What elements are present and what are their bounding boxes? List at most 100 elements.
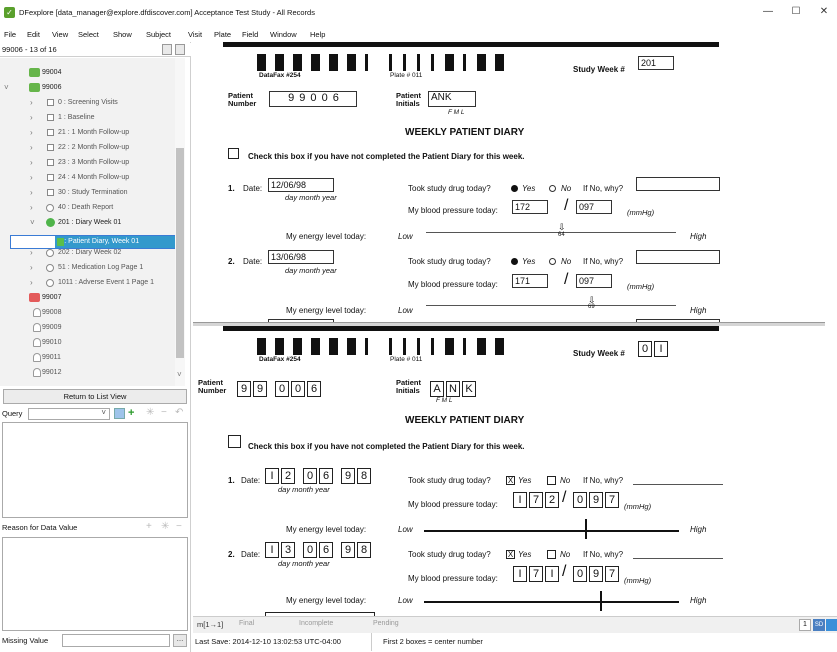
undo-icon[interactable]: ↶ — [175, 407, 183, 418]
plate-image-view[interactable]: DataFax #254 Plate # 011 Study Week # 20… — [193, 42, 825, 323]
entry-2-energy-scale[interactable] — [424, 601, 679, 603]
entry-1-no-checkbox[interactable] — [547, 476, 556, 485]
tree-item-plate-11-selected[interactable]: 11: Patient Diary, Week 01 — [10, 235, 176, 249]
entry-1-bp-cell[interactable]: 9 — [589, 492, 603, 508]
entry-2-no-checkbox[interactable] — [547, 550, 556, 559]
tree-item-99011[interactable]: 99011 — [0, 350, 175, 365]
entry-2-bp-cell[interactable]: 9 — [589, 566, 603, 582]
menu-plate[interactable]: Plate — [214, 30, 231, 39]
entry-2-bp-cell[interactable]: I — [513, 566, 527, 582]
add-reason-icon[interactable]: + — [146, 521, 152, 532]
entry-1-date-cell[interactable]: I — [265, 468, 279, 484]
entry-1-energy-scale[interactable] — [424, 530, 679, 532]
grid-toggle-icon[interactable] — [175, 44, 185, 55]
patient-initials-cell[interactable]: N — [446, 381, 460, 397]
tree-item-visit-201[interactable]: ˅ 201 : Diary Week 01 — [0, 215, 175, 230]
entry-1-date-cell[interactable]: 0 — [303, 468, 317, 484]
tree-item-visit-1011[interactable]: › 1011 : Adverse Event 1 Page 1 — [0, 275, 175, 290]
close-button[interactable]: ✕ — [814, 4, 834, 20]
entry-1-bp-cell[interactable]: I — [513, 492, 527, 508]
tree-item-visit-24[interactable]: › 24 : 4 Month Follow-up — [0, 170, 175, 185]
entry-1-energy-mark[interactable] — [585, 519, 587, 539]
entry-1-no-radio[interactable] — [549, 185, 556, 192]
missing-value-input[interactable] — [62, 634, 170, 647]
maximize-button[interactable]: ☐ — [786, 4, 806, 20]
entry-2-date-cell[interactable]: 9 — [341, 542, 355, 558]
tree-item-visit-1[interactable]: › 1 : Baseline — [0, 110, 175, 125]
minimize-button[interactable]: — — [758, 4, 778, 20]
entry-2-bp-cell[interactable]: I — [545, 566, 559, 582]
status-incomplete[interactable]: Incomplete — [299, 620, 333, 627]
entry-2-diastolic-field[interactable]: 097 — [576, 274, 612, 288]
status-pending[interactable]: Pending — [373, 620, 399, 627]
query-select[interactable]: ˅ — [28, 408, 110, 420]
tree-item-visit-40[interactable]: › 40 : Death Report — [0, 200, 175, 215]
entry-1-reason-field[interactable] — [636, 177, 720, 191]
status-final[interactable]: Final — [239, 620, 254, 627]
scrollbar-thumb[interactable] — [176, 148, 184, 358]
remove-reason-icon[interactable]: − — [176, 521, 182, 532]
menu-visit[interactable]: Visit — [188, 30, 202, 39]
page-indicator[interactable]: 1 — [799, 619, 811, 631]
tree-item-visit-30[interactable]: › 30 : Study Termination — [0, 185, 175, 200]
patient-initials-cell[interactable]: K — [462, 381, 476, 397]
star-icon[interactable]: ✳ — [146, 407, 154, 418]
menu-file[interactable]: File — [4, 30, 16, 39]
entry-2-date-cell[interactable]: I — [265, 542, 279, 558]
tree-item-99004[interactable]: 99004 ˄ — [0, 65, 175, 80]
entry-1-reason-line[interactable] — [633, 484, 723, 485]
menu-show[interactable]: Show — [113, 30, 132, 39]
entry-1-energy-scale[interactable] — [426, 232, 676, 233]
entry-2-yes-checkbox[interactable]: X — [506, 550, 515, 559]
entry-1-date-cell[interactable]: 8 — [357, 468, 371, 484]
plate-scan-view[interactable]: DataFax #254 Plate # 011 Study Week # 0 … — [193, 326, 825, 616]
tree-item-99007[interactable]: 99007 — [0, 290, 175, 305]
not-completed-checkbox[interactable] — [228, 148, 239, 159]
entry-2-bp-cell[interactable]: 0 — [573, 566, 587, 582]
return-to-list-button[interactable]: Return to List View — [3, 389, 187, 404]
entry-1-bp-cell[interactable]: 0 — [573, 492, 587, 508]
entry-1-bp-cell[interactable]: 7 — [605, 492, 619, 508]
entry-1-systolic-field[interactable]: 172 — [512, 200, 548, 214]
tree-item-visit-22[interactable]: › 22 : 2 Month Follow-up — [0, 140, 175, 155]
entry-2-date-cell[interactable]: 0 — [303, 542, 317, 558]
menu-window[interactable]: Window — [270, 30, 297, 39]
tree-item-visit-51[interactable]: › 51 : Medication Log Page 1 — [0, 260, 175, 275]
tree-item-99006[interactable]: ˅ 99006 — [0, 80, 175, 95]
entry-1-date-cell[interactable]: 2 — [281, 468, 295, 484]
tree-scrollbar[interactable]: ˅ — [175, 58, 185, 386]
tree-item-99008[interactable]: 99008 — [0, 305, 175, 320]
menu-help[interactable]: Help — [310, 30, 325, 39]
study-week-field[interactable]: 201 — [638, 56, 674, 70]
entry-1-diastolic-field[interactable]: 097 — [576, 200, 612, 214]
add-query-icon[interactable]: + — [128, 407, 134, 419]
entry-2-reason-field[interactable] — [636, 250, 720, 264]
entry-1-bp-cell[interactable]: 7 — [529, 492, 543, 508]
info-icon[interactable] — [826, 619, 837, 631]
entry-2-date-cell[interactable]: 8 — [357, 542, 371, 558]
query-view-icon[interactable] — [114, 408, 125, 419]
entry-2-bp-cell[interactable]: 7 — [605, 566, 619, 582]
entry-2-bp-cell[interactable]: 7 — [529, 566, 543, 582]
entry-1-date-cell[interactable]: 9 — [341, 468, 355, 484]
tree-item-visit-23[interactable]: › 23 : 3 Month Follow-up — [0, 155, 175, 170]
entry-2-date-field[interactable]: 13/06/98 — [268, 250, 334, 264]
entry-1-date-cell[interactable]: 6 — [319, 468, 333, 484]
missing-value-picker-button[interactable]: … — [173, 634, 187, 647]
patient-number-cell[interactable]: 9 — [237, 381, 251, 397]
patient-number-cell[interactable]: 0 — [275, 381, 289, 397]
menu-select[interactable]: Select — [78, 30, 99, 39]
entry-2-yes-radio[interactable] — [511, 258, 518, 265]
menu-field[interactable]: Field — [242, 30, 258, 39]
patient-number-field[interactable]: 9 9 0 0 6 — [269, 91, 357, 107]
tree-item-99010[interactable]: 99010 — [0, 335, 175, 350]
view-toggle-icon[interactable] — [162, 44, 172, 55]
chevron-down-icon[interactable]: ˅ — [177, 370, 182, 379]
tree-item-visit-21[interactable]: › 21 : 1 Month Follow-up — [0, 125, 175, 140]
patient-number-cell[interactable]: 6 — [307, 381, 321, 397]
entry-2-energy-scale[interactable] — [426, 305, 676, 306]
entry-2-date-cell[interactable]: 6 — [319, 542, 333, 558]
right-scrollbars[interactable] — [825, 42, 837, 616]
study-week-cell[interactable]: I — [654, 341, 668, 357]
not-completed-checkbox[interactable] — [228, 435, 241, 448]
